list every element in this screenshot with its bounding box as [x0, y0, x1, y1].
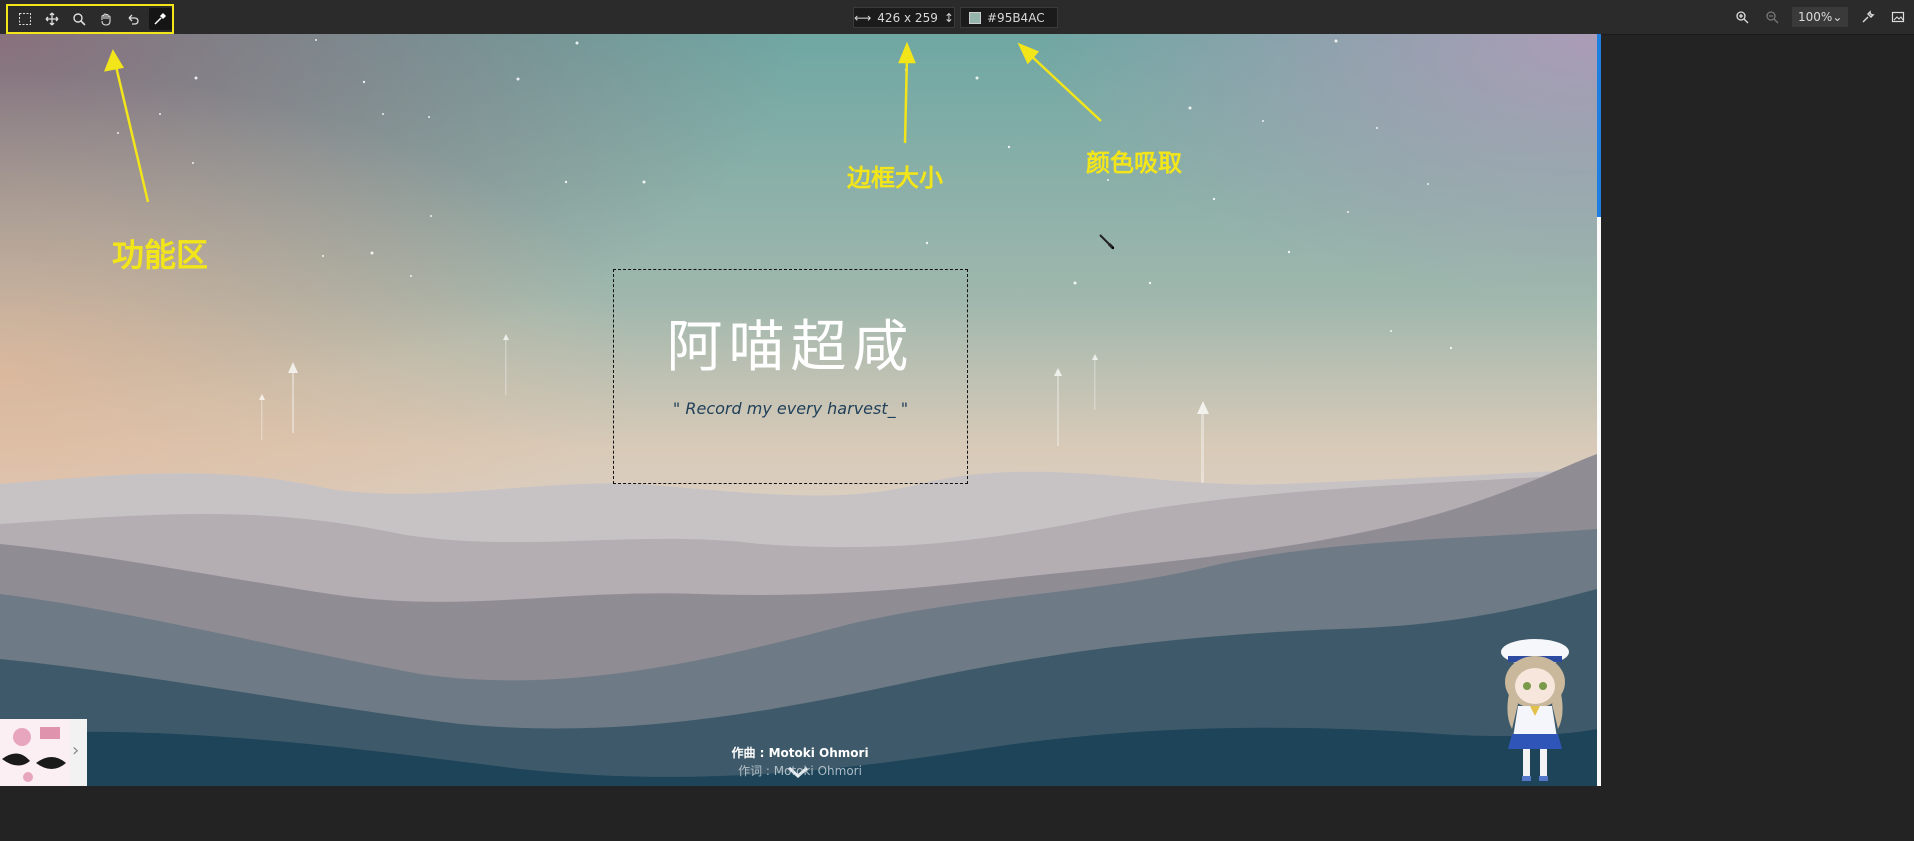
eyedropper-icon[interactable] — [148, 8, 173, 30]
zoom-in-icon[interactable] — [1732, 7, 1752, 27]
zoom-icon[interactable] — [67, 8, 90, 30]
picked-color-value: #95B4AC — [987, 10, 1045, 25]
hero-title: 阿喵超咸 — [666, 315, 915, 380]
vertical-scrollbar[interactable] — [1597, 34, 1601, 786]
annotation-color-pick: 颜色吸取 — [1086, 149, 1182, 177]
chevron-down-icon: ⌄ — [1832, 10, 1843, 24]
chevron-right-icon[interactable]: › — [72, 740, 79, 761]
toolbar: ⟷ 426 x 259 ↕ #95B4AC 100% ⌄ — [0, 0, 1914, 35]
height-arrow-icon: ↕ — [943, 10, 954, 25]
annotation-function-area: 功能区 — [112, 236, 209, 274]
eyedropper-cursor-icon — [1099, 234, 1115, 250]
color-swatch — [969, 11, 981, 24]
tool-group — [6, 4, 174, 34]
marquee-select-icon[interactable] — [13, 8, 36, 30]
screenshot-canvas[interactable]: 阿喵超咸 " Record my every harvest_ " — [0, 34, 1597, 786]
selection-size: 426 x 259 — [877, 10, 938, 25]
zoom-value: 100% — [1798, 10, 1833, 24]
selection-size-readout: ⟷ 426 x 259 ↕ — [853, 7, 955, 28]
credit-composer: 作曲 : Motoki Ohmori — [731, 746, 869, 760]
scrollbar-thumb[interactable] — [1597, 34, 1601, 217]
credit-lyricist: 作词 : Motoki Ohmori — [738, 764, 862, 778]
hand-icon[interactable] — [95, 8, 118, 30]
tools-icon[interactable] — [1858, 7, 1878, 27]
image-icon[interactable] — [1888, 7, 1908, 27]
width-arrow-icon: ⟷ — [854, 10, 872, 25]
move-icon[interactable] — [40, 8, 63, 30]
album-art-image — [0, 719, 70, 786]
undo-icon[interactable] — [122, 8, 145, 30]
right-toolbar: 100% ⌄ — [1732, 7, 1908, 27]
zoom-out-icon[interactable] — [1762, 7, 1782, 27]
hero-subtitle: " Record my every harvest_ " — [672, 399, 909, 418]
color-readout: #95B4AC — [960, 7, 1058, 28]
zoom-select[interactable]: 100% ⌄ — [1792, 7, 1848, 27]
mascot-character — [1501, 639, 1569, 781]
annotation-border-size: 边框大小 — [847, 164, 943, 192]
